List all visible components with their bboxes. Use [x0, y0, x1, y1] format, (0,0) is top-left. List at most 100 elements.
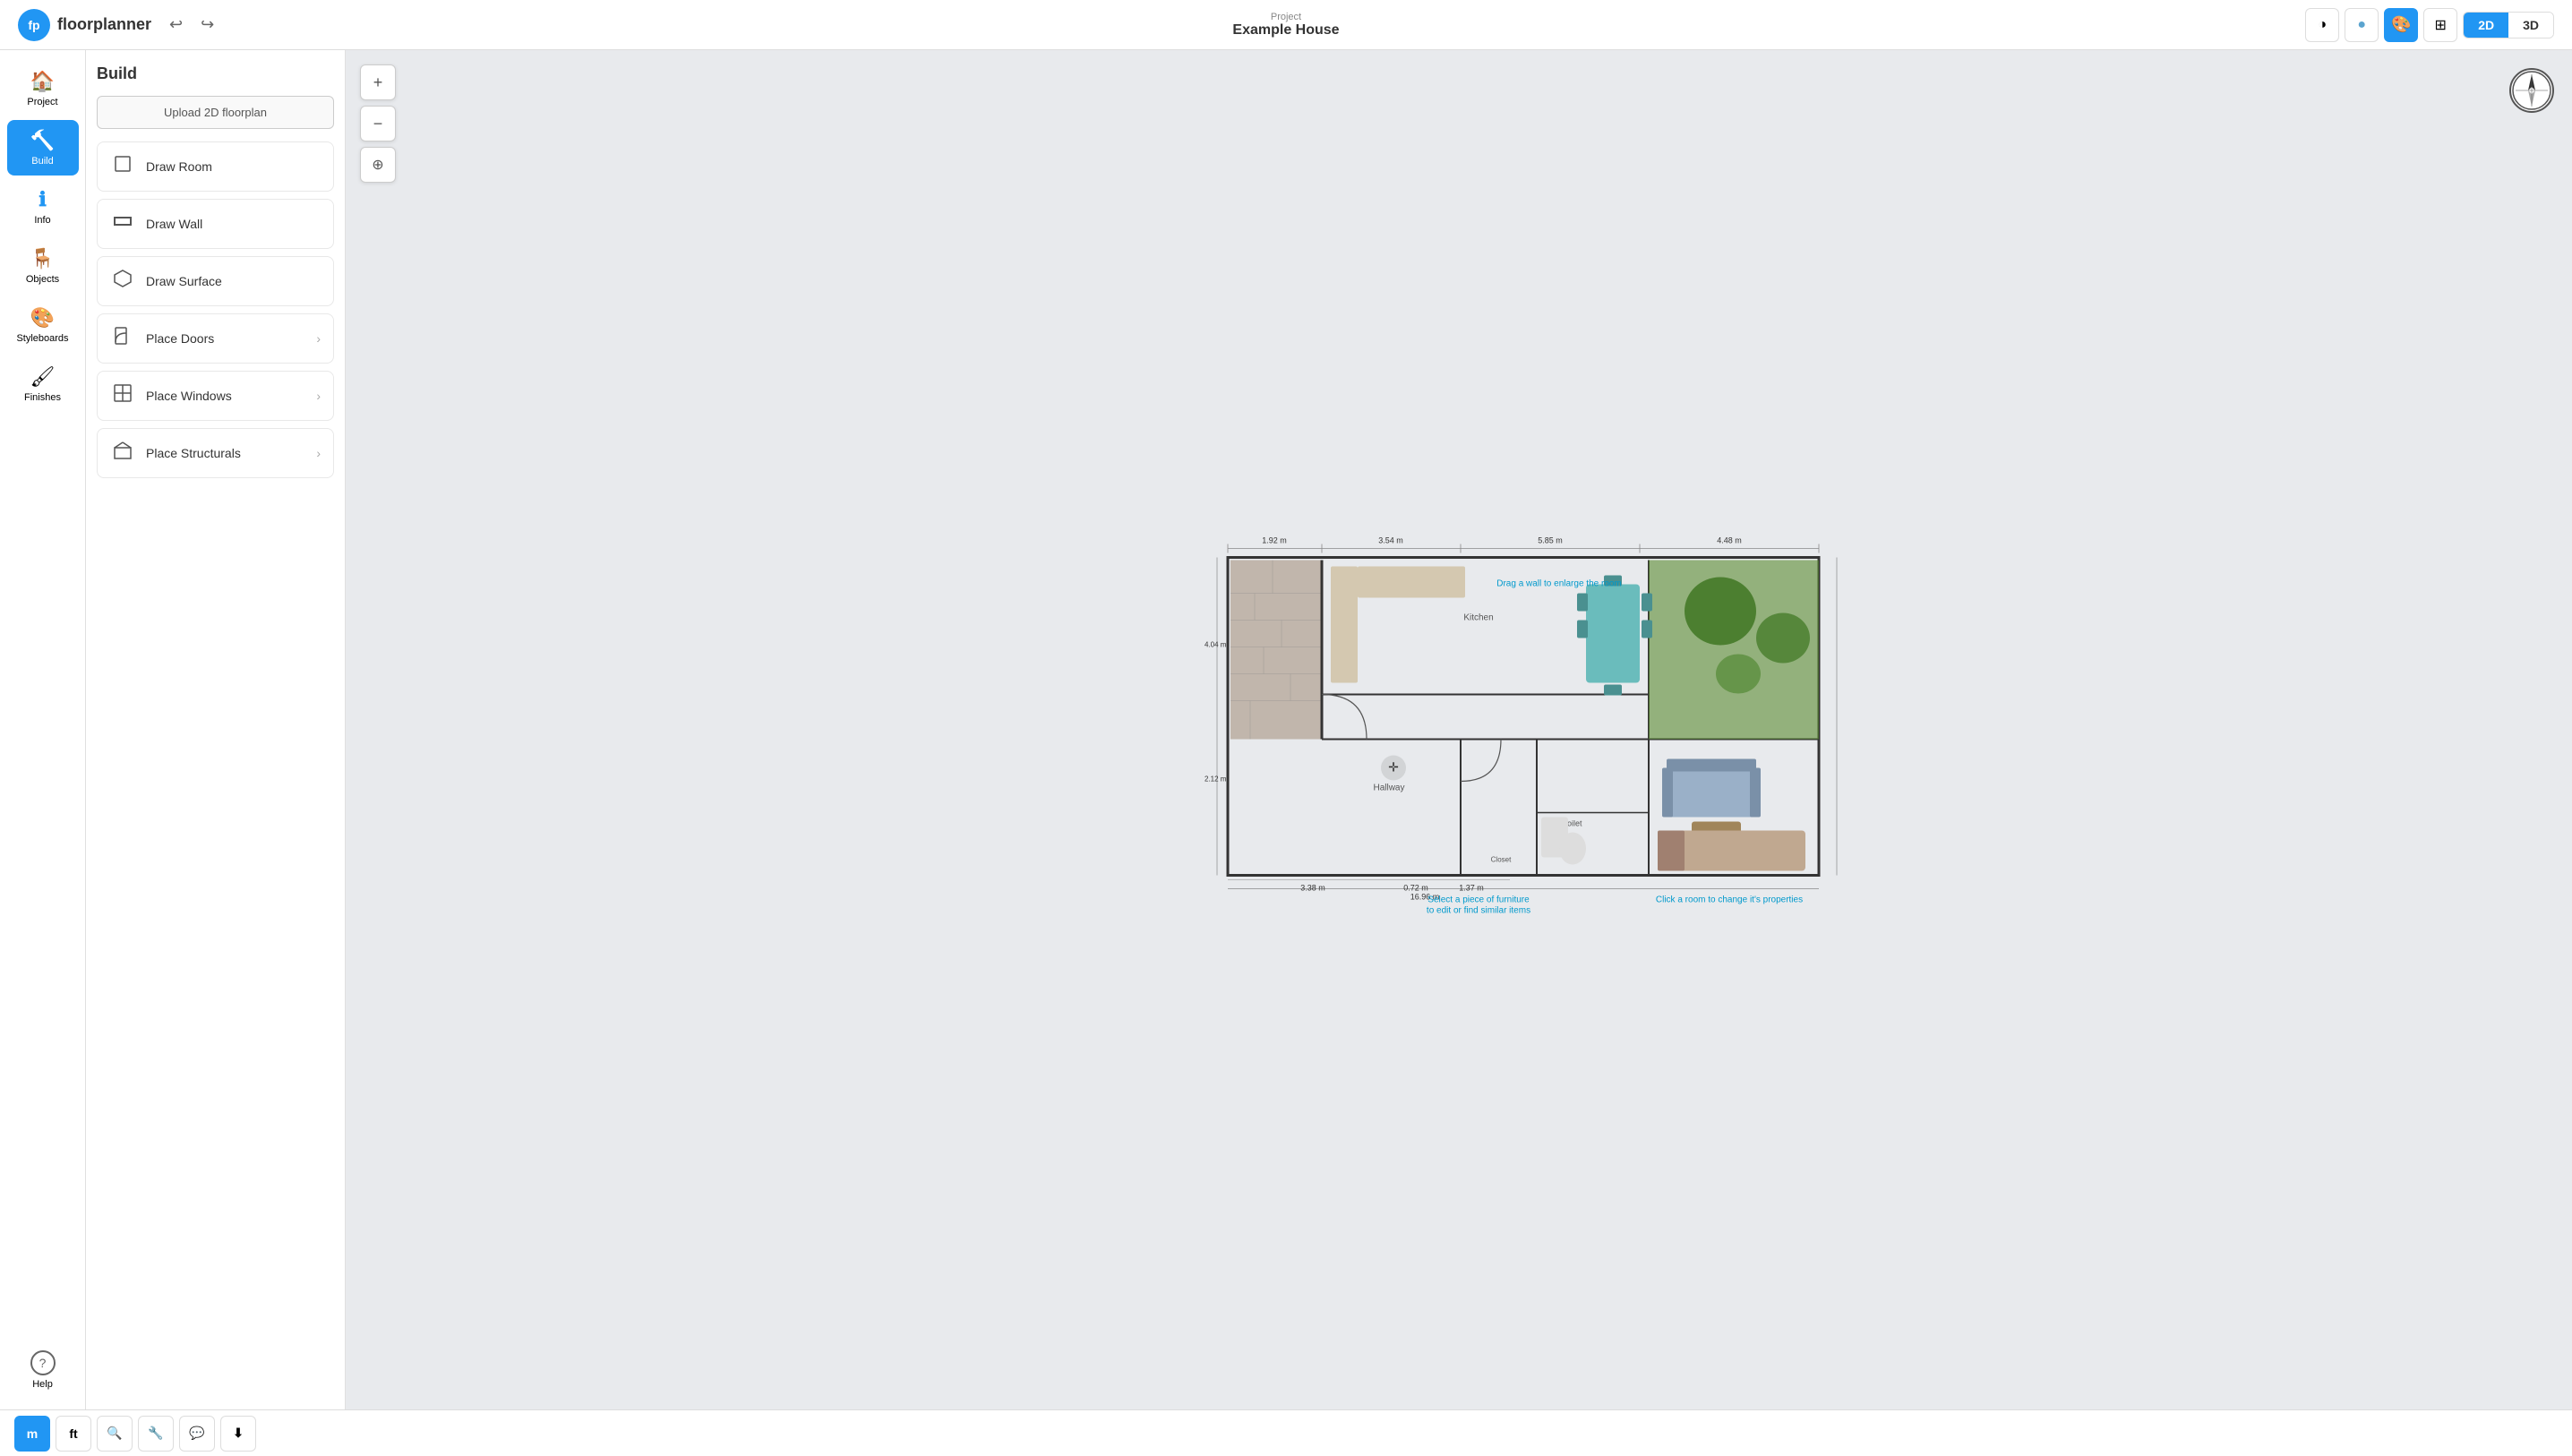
sidebar: 🏠 Project 🔨 Build ℹ Info 🪑 Objects 🎨 Sty…: [0, 50, 86, 1409]
svg-text:Select a piece of furniture: Select a piece of furniture: [1427, 895, 1530, 905]
place-doors-label: Place Doors: [146, 331, 214, 346]
color-circle-button[interactable]: ●: [2345, 8, 2379, 42]
place-doors-icon: [110, 326, 135, 351]
imperial-button[interactable]: ft: [56, 1416, 91, 1452]
svg-text:3.54 m: 3.54 m: [1378, 536, 1403, 545]
place-structurals-item[interactable]: Place Structurals ›: [97, 428, 334, 478]
metric-button[interactable]: m: [14, 1416, 50, 1452]
svg-text:4.48 m: 4.48 m: [1717, 536, 1742, 545]
svg-text:3.38 m: 3.38 m: [1300, 884, 1325, 893]
sidebar-item-project[interactable]: 🏠 Project: [7, 61, 79, 116]
place-structurals-icon: [110, 441, 135, 466]
2d-3d-toggle: 2D 3D: [2463, 12, 2554, 39]
place-windows-item[interactable]: Place Windows ›: [97, 371, 334, 421]
svg-text:Closet: Closet: [1491, 856, 1512, 864]
logo: fp floorplanner: [18, 9, 151, 41]
sidebar-item-styleboards[interactable]: 🎨 Styleboards: [7, 297, 79, 353]
project-icon: 🏠: [30, 70, 55, 93]
sidebar-item-finishes[interactable]: 🖌 Finishes: [7, 356, 79, 412]
sidebar-item-label-info: Info: [34, 215, 50, 226]
project-name: Example House: [1232, 22, 1339, 39]
place-structurals-label: Place Structurals: [146, 446, 241, 460]
svg-text:Kitchen: Kitchen: [1463, 613, 1493, 623]
draw-room-icon: [110, 154, 135, 179]
sidebar-item-label-project: Project: [27, 97, 57, 107]
sidebar-item-label-finishes: Finishes: [24, 392, 61, 403]
place-doors-item[interactable]: Place Doors ›: [97, 313, 334, 364]
help-icon: ?: [30, 1350, 56, 1375]
draw-wall-icon: [110, 211, 135, 236]
floorplan-container: 1.92 m 3.54 m 5.85 m 4.48 m: [1201, 531, 1846, 929]
export-button[interactable]: ⬇: [220, 1416, 256, 1452]
svg-text:2.12 m: 2.12 m: [1205, 775, 1227, 784]
sidebar-item-info[interactable]: ℹ Info: [7, 179, 79, 235]
search-icon: 🔍: [107, 1426, 122, 1441]
svg-text:1.37 m: 1.37 m: [1459, 884, 1484, 893]
svg-text:to edit or find similar items: to edit or find similar items: [1427, 906, 1530, 916]
sidebar-item-objects[interactable]: 🪑 Objects: [7, 238, 79, 294]
tools-button[interactable]: 🔧: [138, 1416, 174, 1452]
view-controls: ◑ ● 🎨 ⊞ 2D 3D: [2305, 8, 2554, 42]
brightness-button[interactable]: ◑: [2305, 8, 2339, 42]
draw-wall-item[interactable]: Draw Wall: [97, 199, 334, 249]
layers-button[interactable]: ⊞: [2423, 8, 2457, 42]
sidebar-item-help[interactable]: ? Help: [7, 1341, 79, 1399]
sidebar-item-build[interactable]: 🔨 Build: [7, 120, 79, 176]
sidebar-item-label-build: Build: [31, 156, 53, 167]
finishes-icon: 🖌: [30, 365, 56, 389]
draw-surface-item[interactable]: Draw Surface: [97, 256, 334, 306]
canvas-area[interactable]: + − ⊕ 1.92 m: [346, 50, 2572, 1409]
zoom-in-button[interactable]: +: [360, 64, 396, 100]
header: fp floorplanner ↩ ↪ Project Example Hous…: [0, 0, 2572, 50]
floorplan-svg[interactable]: 1.92 m 3.54 m 5.85 m 4.48 m: [1201, 531, 1846, 925]
sidebar-item-label-help: Help: [32, 1379, 53, 1390]
build-panel: Build Upload 2D floorplan Draw Room: [86, 50, 346, 1409]
compass-icon: [2511, 70, 2552, 111]
upload-floorplan-button[interactable]: Upload 2D floorplan: [97, 96, 334, 129]
styleboards-icon: 🎨: [30, 306, 55, 330]
svg-text:5.85 m: 5.85 m: [1538, 536, 1563, 545]
draw-surface-label: Draw Surface: [146, 274, 222, 288]
place-doors-arrow: ›: [316, 331, 321, 346]
build-icon: 🔨: [30, 129, 55, 152]
svg-text:4.04 m: 4.04 m: [1205, 641, 1227, 649]
undo-button[interactable]: ↩: [162, 12, 190, 38]
main-layout: 🏠 Project 🔨 Build ℹ Info 🪑 Objects 🎨 Sty…: [0, 50, 2572, 1409]
svg-text:✛: ✛: [1388, 760, 1399, 775]
build-panel-title: Build: [97, 64, 334, 83]
center-button[interactable]: ⊕: [360, 147, 396, 183]
svg-text:1.92 m: 1.92 m: [1262, 536, 1287, 545]
draw-room-item[interactable]: Draw Room: [97, 141, 334, 192]
place-windows-label: Place Windows: [146, 389, 232, 403]
redo-button[interactable]: ↪: [193, 12, 221, 38]
draw-surface-icon: [110, 269, 135, 294]
project-title: Project Example House: [1232, 12, 1339, 39]
comment-icon: 💬: [189, 1426, 204, 1441]
comment-button[interactable]: 💬: [179, 1416, 215, 1452]
svg-text:Hallway: Hallway: [1373, 784, 1404, 793]
search-button[interactable]: 🔍: [97, 1416, 133, 1452]
bottom-toolbar: m ft 🔍 🔧 💬 ⬇: [0, 1409, 2572, 1456]
palette-button[interactable]: 🎨: [2384, 8, 2418, 42]
2d-button[interactable]: 2D: [2464, 13, 2508, 38]
objects-icon: 🪑: [30, 247, 55, 270]
logo-icon: fp: [18, 9, 50, 41]
sidebar-item-label-objects: Objects: [26, 274, 59, 285]
draw-wall-label: Draw Wall: [146, 217, 202, 231]
svg-text:Click a room to change it's pr: Click a room to change it's properties: [1656, 895, 1803, 905]
undo-redo-group: ↩ ↪: [162, 12, 221, 38]
svg-text:0.72 m: 0.72 m: [1403, 884, 1428, 893]
export-icon: ⬇: [233, 1426, 244, 1441]
3d-button[interactable]: 3D: [2508, 13, 2553, 38]
draw-room-label: Draw Room: [146, 159, 212, 174]
svg-text:Drag a wall to enlarge the roo: Drag a wall to enlarge the room: [1496, 579, 1622, 589]
canvas-tools: + − ⊕: [360, 64, 396, 183]
tools-icon: 🔧: [148, 1426, 163, 1441]
logo-text: floorplanner: [57, 15, 151, 34]
sidebar-item-label-styleboards: Styleboards: [16, 333, 68, 344]
place-windows-icon: [110, 383, 135, 408]
project-label: Project: [1232, 12, 1339, 22]
zoom-out-button[interactable]: −: [360, 106, 396, 141]
compass: [2509, 68, 2554, 113]
info-icon: ℹ: [39, 188, 46, 211]
